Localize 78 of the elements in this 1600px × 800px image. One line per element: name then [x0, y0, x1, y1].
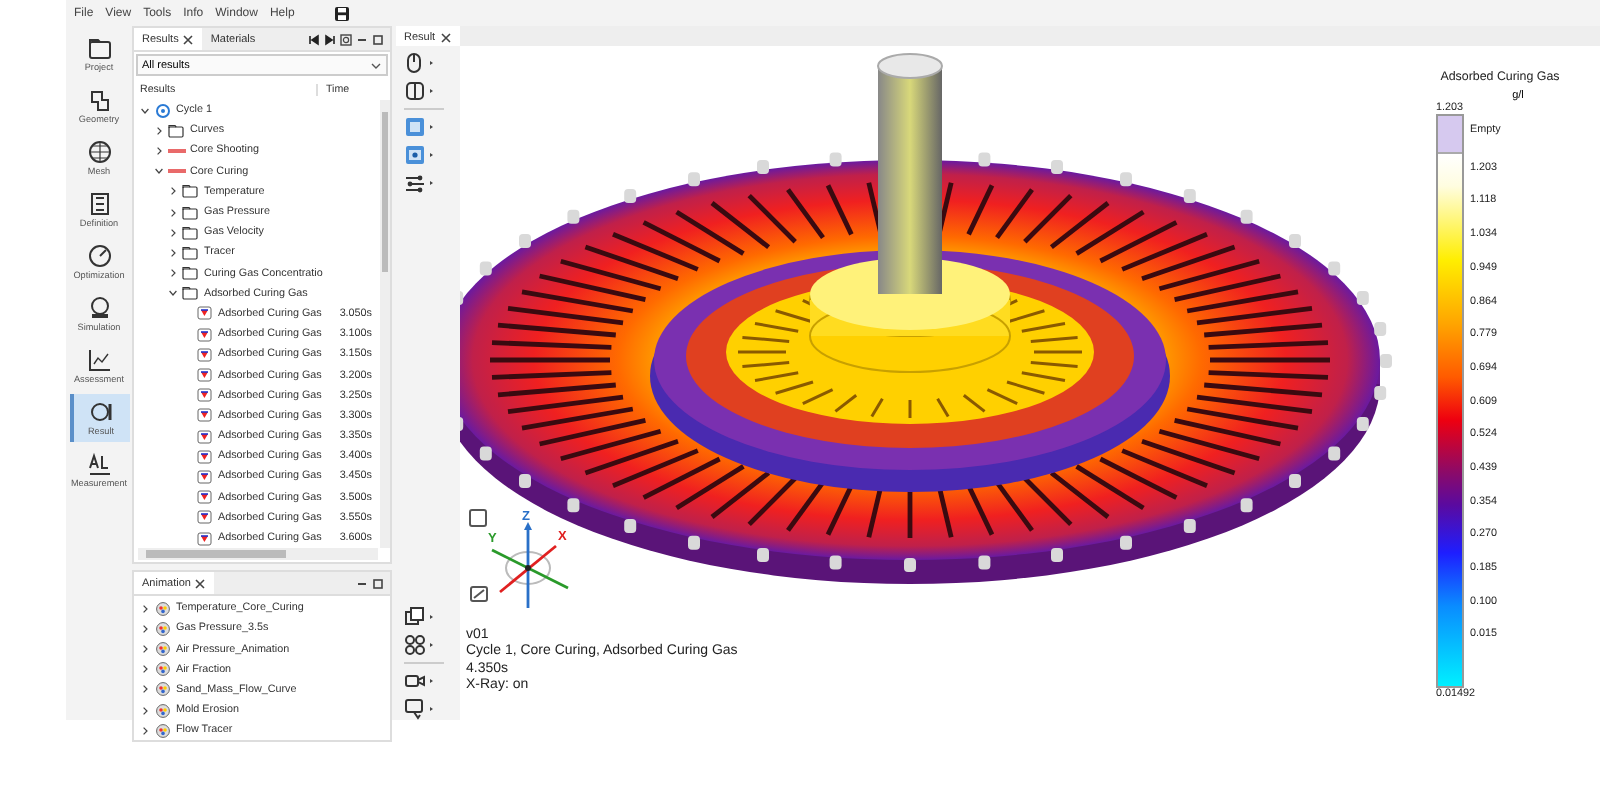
chevron-right-icon[interactable]: [168, 247, 178, 258]
skip-forward-icon[interactable]: [324, 33, 336, 45]
folder-icon: [182, 286, 200, 301]
chevron-right-icon[interactable]: [140, 705, 150, 716]
chevron-right-icon[interactable]: [140, 603, 150, 614]
chevron-right-icon[interactable]: [168, 207, 178, 218]
copy-view-icon[interactable]: [404, 606, 436, 628]
result-icon: [196, 306, 214, 321]
film-reel-icon: [154, 601, 172, 616]
mouse-icon[interactable]: [404, 52, 436, 74]
skip-back-icon[interactable]: [308, 33, 320, 45]
chevron-right-icon[interactable]: [168, 186, 178, 197]
chevron-right-icon[interactable]: [154, 125, 164, 136]
chevron-right-icon[interactable]: [140, 644, 150, 655]
chevron-right-icon[interactable]: [168, 268, 178, 279]
close-icon[interactable]: [439, 31, 452, 43]
grid-circles-icon[interactable]: [404, 634, 436, 656]
folder-icon: [182, 184, 200, 199]
globe-icon: [87, 296, 111, 320]
result-icon: [196, 469, 214, 484]
result-icon: [196, 368, 214, 383]
chevron-down-icon[interactable]: [140, 105, 150, 116]
folder-icon: [182, 225, 200, 240]
video-camera-icon[interactable]: [404, 670, 436, 692]
sphere-icon: [87, 140, 111, 164]
chevron-right-icon[interactable]: [154, 145, 164, 156]
chart-icon: [87, 348, 111, 372]
minimize-icon[interactable]: [356, 33, 368, 45]
chevron-down-icon[interactable]: [154, 166, 164, 177]
folder-icon: [182, 245, 200, 260]
geometry-icon: [87, 88, 111, 112]
film-reel-icon: [154, 642, 172, 657]
result-icon: [89, 400, 113, 424]
result-icon: [196, 429, 214, 444]
scrollbar[interactable]: [380, 100, 390, 549]
frame-icon[interactable]: [404, 116, 436, 138]
film-reel-icon: [154, 682, 172, 697]
axis-gizmo-drawing[interactable]: [491, 522, 569, 608]
result-icon: [196, 510, 214, 525]
cycle-icon: [154, 103, 172, 118]
result-icon: [196, 449, 214, 464]
folder-icon: [182, 266, 200, 281]
measurement-icon: [87, 452, 111, 476]
split-view-icon[interactable]: [404, 80, 436, 102]
minimize-icon[interactable]: [356, 577, 368, 590]
chevron-right-icon[interactable]: [140, 664, 150, 675]
chevron-right-icon[interactable]: [140, 725, 150, 736]
folder-icon: [168, 123, 186, 138]
screenshot-icon[interactable]: [404, 698, 436, 720]
save-icon[interactable]: [334, 5, 351, 21]
result-icon: [196, 388, 214, 403]
film-reel-icon: [154, 621, 172, 636]
bar-icon: [168, 164, 186, 179]
film-reel-icon: [154, 662, 172, 677]
chevron-down-icon: [370, 59, 382, 71]
fit-view-icon[interactable]: [470, 586, 488, 602]
chevron-right-icon[interactable]: [140, 684, 150, 695]
result-icon: [196, 408, 214, 423]
maximize-icon[interactable]: [372, 33, 384, 45]
chevron-right-icon[interactable]: [140, 623, 150, 634]
chevron-down-icon[interactable]: [168, 288, 178, 299]
close-icon[interactable]: [182, 33, 195, 45]
film-reel-icon: [154, 723, 172, 738]
folder-icon: [182, 205, 200, 220]
film-reel-icon: [154, 703, 172, 718]
camera-frame-icon[interactable]: [404, 144, 436, 166]
folder-icon: [87, 36, 111, 60]
maximize-icon[interactable]: [372, 577, 384, 590]
result-icon: [196, 531, 214, 546]
close-icon[interactable]: [194, 577, 207, 590]
scrollbar[interactable]: [138, 548, 378, 561]
chevron-right-icon[interactable]: [168, 227, 178, 238]
result-icon: [196, 327, 214, 342]
bar-icon: [168, 143, 186, 158]
gauge-icon: [87, 244, 111, 268]
result-icon: [196, 347, 214, 362]
document-icon: [87, 192, 111, 216]
result-icon: [196, 490, 214, 505]
